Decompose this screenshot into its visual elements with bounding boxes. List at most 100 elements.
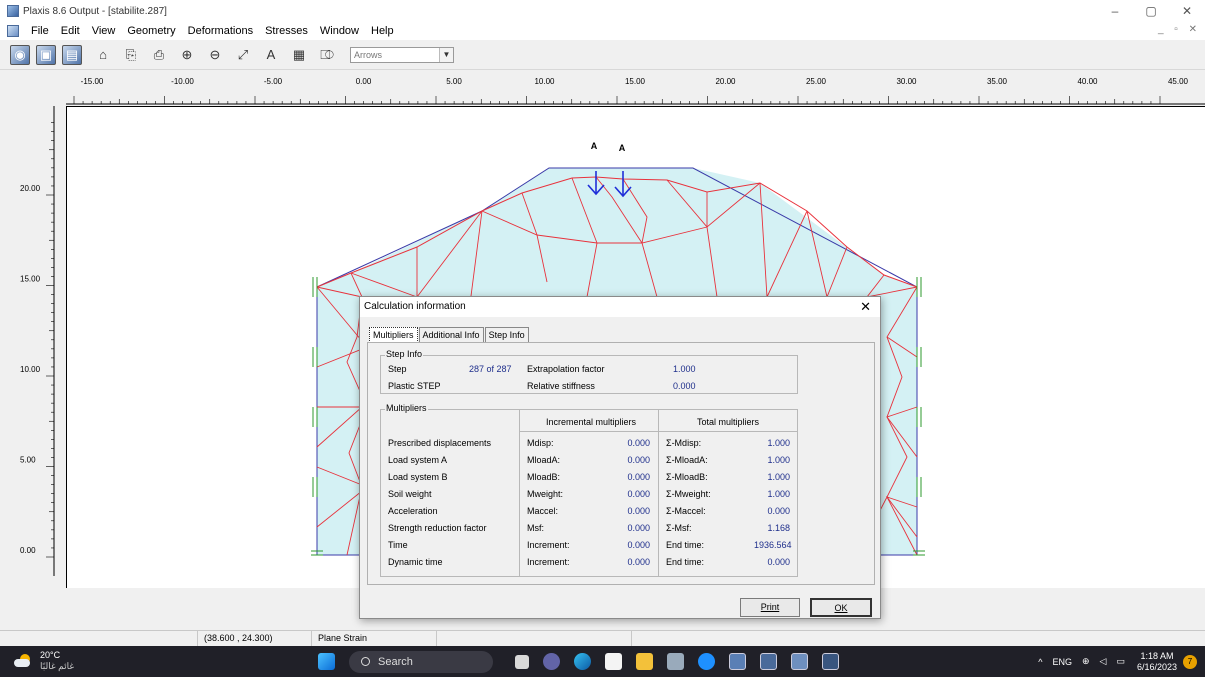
tab-step-info[interactable]: Step Info	[484, 327, 529, 343]
start-icon[interactable]	[318, 653, 335, 670]
partly-cloudy-icon	[14, 654, 32, 668]
scale-arrows-icon[interactable]: A	[260, 44, 282, 66]
task-view-icon[interactable]	[515, 654, 529, 669]
menu-file[interactable]: File	[25, 25, 55, 37]
header-divider	[520, 431, 797, 432]
status-empty	[437, 631, 632, 646]
multiplier-name: Load system B	[388, 472, 448, 482]
zoom-window-icon[interactable]: ⤢	[232, 44, 254, 66]
go-to-input-icon[interactable]: ◉	[10, 44, 30, 65]
go-to-curves-icon[interactable]: ▤	[62, 44, 82, 65]
incremental-header: Incremental multipliers	[546, 417, 637, 427]
menu-deformations[interactable]: Deformations	[182, 25, 259, 37]
ok-button[interactable]: OK	[810, 598, 872, 617]
chrome-like-icon[interactable]	[698, 653, 715, 670]
display-mode-value: Arrows	[354, 49, 383, 60]
maximize-button[interactable]: ▢	[1133, 0, 1169, 22]
multiplier-tot-value: 1.000	[767, 438, 790, 448]
weather-widget[interactable]: 20°C غائم غالبًا	[14, 650, 74, 672]
y-ruler-label: 20.00	[20, 184, 41, 193]
file-explorer-icon[interactable]	[636, 653, 653, 670]
clock-date: 6/16/2023	[1136, 661, 1177, 672]
multiplier-tot-value: 0.000	[767, 506, 790, 516]
network-icon[interactable]: ⊕	[1082, 656, 1090, 667]
x-ruler-label: -5.00	[264, 77, 283, 86]
status-left	[0, 631, 198, 646]
store-icon[interactable]	[605, 653, 622, 670]
dialog-tabs: Multipliers Additional Info Step Info	[369, 327, 530, 343]
meet-chat-icon[interactable]	[543, 653, 560, 670]
menu-edit[interactable]: Edit	[55, 25, 86, 37]
load-label-a-2: A	[619, 143, 626, 153]
plaxis-output-icon[interactable]	[791, 653, 808, 670]
multiplier-tot-value: 1.000	[767, 489, 790, 499]
minimize-button[interactable]: –	[1097, 0, 1133, 22]
plaxis-input-icon[interactable]	[729, 653, 746, 670]
export-icon[interactable]: ⎘	[120, 44, 142, 66]
x-ruler-label: 45.00	[1168, 77, 1189, 86]
multiplier-tot-label: Σ-MloadB:	[666, 472, 708, 482]
multiplier-tot-label: Σ-Maccel:	[666, 506, 706, 516]
multiplier-inc-label: Increment:	[527, 557, 570, 567]
menu-help[interactable]: Help	[365, 25, 400, 37]
menu-view[interactable]: View	[86, 25, 122, 37]
title-bar: Plaxis 8.6 Output - [stabilite.287] – ▢ …	[0, 0, 1205, 22]
document-icon[interactable]	[7, 25, 19, 37]
weather-temperature: 20°C	[40, 650, 61, 660]
edge-browser-icon[interactable]	[574, 653, 591, 670]
plaxis-curves-icon[interactable]	[822, 653, 839, 670]
notification-badge[interactable]: 7	[1183, 654, 1197, 669]
x-ruler-label: 10.00	[534, 77, 555, 86]
table-icon[interactable]: ▦	[288, 44, 310, 66]
multiplier-inc-label: Msf:	[527, 523, 544, 533]
toolbar: ◉ ▣ ▤ ⌂ ⎘ ⎙ ⊕ ⊖ ⤢ A ▦ ⎄ Arrows ▼	[0, 40, 1205, 70]
go-to-calculations-icon[interactable]: ▣	[36, 44, 56, 65]
dialog-close-icon[interactable]: ✕	[860, 299, 871, 315]
battery-icon[interactable]: ▭	[1116, 656, 1125, 667]
multiplier-name: Acceleration	[388, 506, 438, 516]
zoom-out-icon[interactable]: ⊖	[204, 44, 226, 66]
search-label: Search	[378, 655, 413, 668]
x-ruler-label: 0.00	[356, 77, 372, 86]
menu-stresses[interactable]: Stresses	[259, 25, 314, 37]
ok-button-label: OK	[834, 603, 848, 613]
close-button[interactable]: ✕	[1169, 0, 1205, 22]
taskbar-search[interactable]: Search	[349, 650, 493, 673]
step-value: 287 of 287	[469, 364, 512, 374]
multiplier-tot-value: 1.000	[767, 455, 790, 465]
tab-multipliers[interactable]: Multipliers	[369, 327, 418, 343]
multiplier-inc-value: 0.000	[627, 438, 650, 448]
plaxis-app-icon	[7, 5, 19, 17]
multiplier-inc-value: 0.000	[627, 506, 650, 516]
camera-icon[interactable]	[667, 653, 684, 670]
tray-overflow-icon[interactable]: ^	[1038, 657, 1042, 667]
multiplier-inc-value: 0.000	[627, 472, 650, 482]
column-divider-2	[658, 410, 659, 576]
mdi-window-controls[interactable]: _ ▫ ✕	[1158, 24, 1201, 35]
menu-geometry[interactable]: Geometry	[121, 25, 181, 37]
load-label-a-1: A	[591, 141, 598, 151]
clock[interactable]: 1:18 AM 6/16/2023	[1137, 651, 1177, 673]
display-mode-select[interactable]: Arrows ▼	[350, 46, 454, 63]
multipliers-group-label: Multipliers	[385, 403, 428, 413]
zoom-in-icon[interactable]: ⊕	[176, 44, 198, 66]
select-points-icon[interactable]: ⎄	[316, 44, 338, 66]
print-icon[interactable]: ⎙	[148, 44, 170, 66]
language-indicator[interactable]: ENG	[1052, 657, 1072, 667]
windows-taskbar: 20°C غائم غالبًا Search ^ ENG ⊕ ◁ ▭ 1:18…	[0, 646, 1205, 677]
plastic-step-label: Plastic STEP	[388, 381, 441, 391]
tab-additional-info[interactable]: Additional Info	[418, 327, 484, 343]
chevron-down-icon[interactable]: ▼	[439, 47, 453, 62]
total-header: Total multipliers	[697, 417, 760, 427]
volume-icon[interactable]: ◁	[1100, 656, 1107, 667]
y-ruler-label: 15.00	[20, 275, 41, 284]
multiplier-inc-value: 0.000	[627, 455, 650, 465]
relative-stiffness-value: 0.000	[673, 381, 696, 391]
menu-window[interactable]: Window	[314, 25, 365, 37]
multiplier-tot-label: Σ-Msf:	[666, 523, 692, 533]
y-ruler-label: 0.00	[20, 546, 36, 555]
plaxis-calc-icon[interactable]	[760, 653, 777, 670]
print-button[interactable]: Print	[740, 598, 800, 617]
open-file-icon[interactable]: ⌂	[92, 44, 114, 66]
multiplier-name: Strength reduction factor	[388, 523, 487, 533]
